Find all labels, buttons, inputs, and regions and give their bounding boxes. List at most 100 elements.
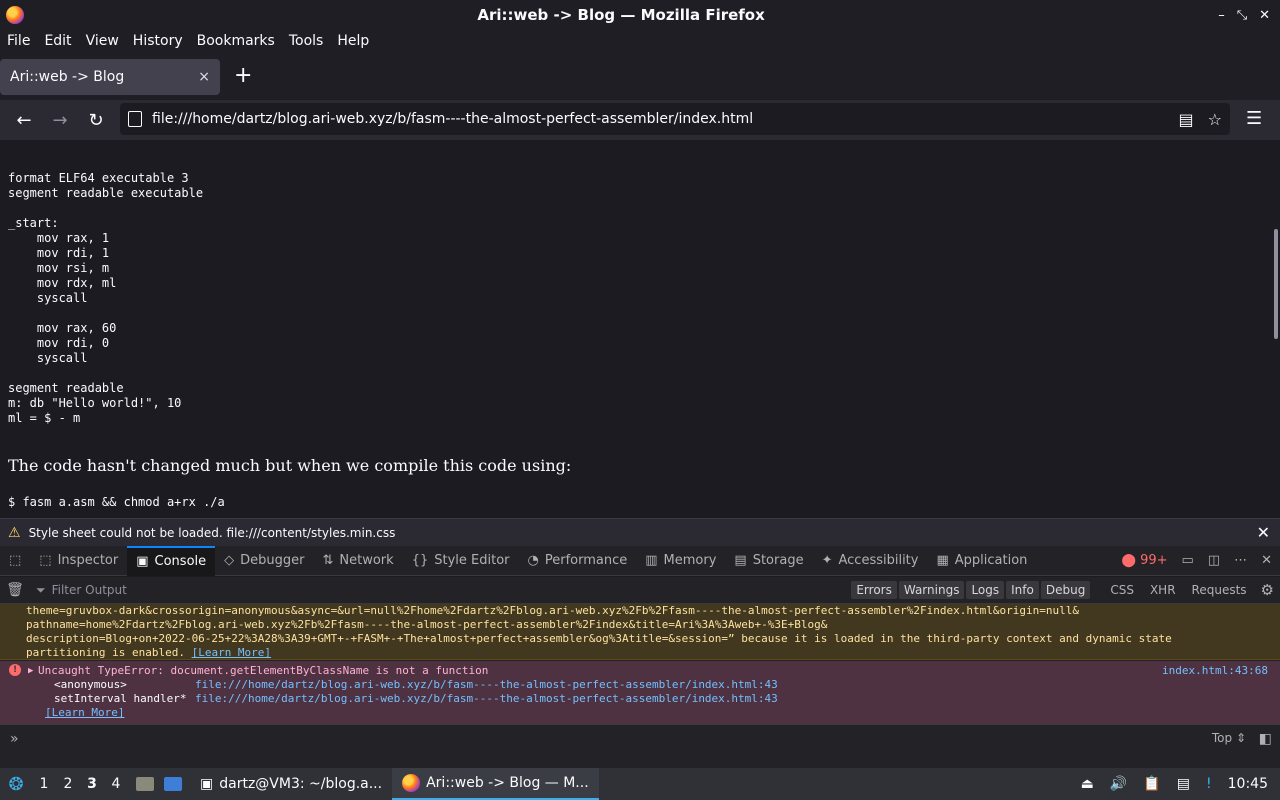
frame-url-link[interactable]: file:///home/dartz/blog.ari-web.xyz/b/fa… [195, 692, 778, 705]
menu-file[interactable]: File [0, 33, 37, 49]
tab-network[interactable]: ⇅ Network [314, 546, 403, 576]
workspace-3[interactable]: 3 [80, 776, 104, 792]
page-content: format ELF64 executable 3 segment readabl… [0, 140, 1280, 518]
workspace-2[interactable]: 2 [56, 776, 80, 792]
accessibility-icon: ✦ [821, 553, 833, 568]
console-settings-gear-icon[interactable]: ⚙ [1255, 581, 1280, 599]
page-info-icon[interactable] [128, 111, 142, 127]
clipboard-icon[interactable]: 📋 [1143, 776, 1160, 792]
pick-element-icon[interactable]: ⬚ [0, 546, 30, 576]
network-icon: ⇅ [322, 553, 334, 568]
firefox-logo-icon [6, 6, 24, 24]
tab-label: Accessibility [838, 553, 919, 568]
volume-icon[interactable]: 🔊 [1110, 776, 1127, 792]
url-bar[interactable]: file:///home/dartz/blog.ari-web.xyz/b/fa… [120, 103, 1230, 135]
filter-xhr[interactable]: XHR [1142, 583, 1184, 597]
tab-inspector[interactable]: ⬚ Inspector [30, 546, 127, 576]
filter-requests[interactable]: Requests [1184, 583, 1255, 597]
minimize-button[interactable]: – [1218, 8, 1225, 23]
frame-name: setInterval handler* [54, 692, 187, 705]
context-selector[interactable]: Top ⇕ [1212, 731, 1246, 745]
editor-mode-icon[interactable]: ◧ [1259, 731, 1272, 747]
tab-label: Storage [752, 553, 804, 568]
error-location-link[interactable]: index.html:43:68 [1162, 664, 1268, 678]
responsive-design-icon[interactable]: ▭ [1182, 553, 1194, 568]
start-menu-icon[interactable]: ❂ [0, 774, 32, 795]
tab-blog[interactable]: Ari::web -> Blog × [0, 59, 220, 95]
taskbar-terminal[interactable]: ▣ dartz@VM3: ~/blog.a... [190, 768, 392, 800]
error-icon: ! [9, 664, 21, 676]
desktop-icon[interactable] [164, 777, 182, 791]
tab-console[interactable]: ▣ Console [127, 545, 216, 576]
warning-line: pathname=home%2Fdartz%2Fblog.ari-web.xyz… [26, 618, 828, 631]
console-input[interactable]: » Top ⇕ ◧ [0, 724, 1280, 768]
filter-placeholder: Filter Output [51, 583, 127, 597]
updates-icon[interactable]: ! [1206, 776, 1212, 792]
tab-performance[interactable]: ◔ Performance [519, 546, 637, 576]
level-errors[interactable]: Errors [851, 581, 897, 599]
filter-output-input[interactable]: ⏷ Filter Output [30, 583, 851, 598]
inspector-icon: ⬚ [39, 553, 52, 568]
notification-message: Style sheet could not be loaded. file://… [28, 525, 396, 540]
window-titlebar: Ari::web -> Blog — Mozilla Firefox – ⤡ ✕ [0, 0, 1280, 30]
taskbar-firefox[interactable]: Ari::web -> Blog — M... [392, 768, 599, 800]
warning-line: theme=gruvbox-dark&crossorigin=anonymous… [26, 604, 1079, 617]
menu-bookmarks[interactable]: Bookmarks [190, 33, 282, 49]
hamburger-menu-icon[interactable]: ☰ [1246, 108, 1262, 129]
frame-url-link[interactable]: file:///home/dartz/blog.ari-web.xyz/b/fa… [195, 678, 778, 691]
filter-css[interactable]: CSS [1102, 583, 1142, 597]
warning-learn-more-link[interactable]: [Learn More] [192, 646, 271, 659]
forward-button[interactable]: → [42, 110, 78, 131]
tab-debugger[interactable]: ◇ Debugger [215, 546, 313, 576]
level-warnings[interactable]: Warnings [898, 581, 965, 599]
url-text[interactable]: file:///home/dartz/blog.ari-web.xyz/b/fa… [152, 111, 1179, 127]
warning-icon: ⚠ [8, 524, 21, 541]
close-notification-icon[interactable]: ✕ [1257, 523, 1270, 542]
tab-style-editor[interactable]: {} Style Editor [403, 546, 519, 576]
level-logs[interactable]: Logs [966, 581, 1005, 599]
dock-side-icon[interactable]: ◫ [1208, 553, 1220, 568]
tab-label: Ari::web -> Blog [10, 69, 125, 85]
taskbar-app-label: dartz@VM3: ~/blog.a... [219, 776, 383, 792]
workspace-1[interactable]: 1 [32, 776, 56, 792]
menu-history[interactable]: History [126, 33, 190, 49]
file-manager-icon[interactable] [136, 777, 154, 791]
back-button[interactable]: ← [6, 110, 42, 131]
code-line: _start: [8, 216, 59, 230]
error-count-badge[interactable]: ⬤ 99+ [1121, 553, 1167, 568]
warning-line: description=Blog+on+2022-06-25+22%3A28%3… [26, 632, 1172, 645]
expand-triangle-icon[interactable]: ▶ [28, 664, 33, 678]
reader-view-icon[interactable]: ▤ [1179, 110, 1194, 129]
menu-tools[interactable]: Tools [282, 33, 331, 49]
clock[interactable]: 10:45 [1228, 776, 1268, 792]
application-icon: ▦ [936, 553, 949, 568]
menu-edit[interactable]: Edit [37, 33, 78, 49]
tray-eject-icon[interactable]: ⏏ [1081, 776, 1094, 792]
tab-memory[interactable]: ▥ Memory [636, 546, 725, 576]
network-tray-icon[interactable]: ▤ [1177, 776, 1190, 792]
error-text: Uncaught TypeError: document.getElementB… [38, 664, 489, 677]
level-debug[interactable]: Debug [1040, 581, 1091, 599]
reload-button[interactable]: ↻ [78, 110, 114, 131]
menu-help[interactable]: Help [330, 33, 376, 49]
workspace-4[interactable]: 4 [104, 776, 128, 792]
filter-icon: ⏷ [36, 582, 46, 597]
menu-view[interactable]: View [79, 33, 126, 49]
performance-icon: ◔ [527, 553, 539, 568]
close-tab-icon[interactable]: × [198, 69, 210, 85]
clear-console-icon[interactable]: 🗑 [0, 582, 30, 598]
close-devtools-icon[interactable]: ✕ [1261, 553, 1272, 568]
tab-application[interactable]: ▦ Application [927, 546, 1036, 576]
close-window-button[interactable]: ✕ [1259, 8, 1270, 23]
bookmark-star-icon[interactable]: ☆ [1208, 110, 1222, 129]
new-tab-button[interactable]: + [234, 65, 252, 87]
page-scrollbar[interactable] [1274, 229, 1278, 339]
error-learn-more-link[interactable]: [Learn More] [45, 706, 124, 720]
level-info[interactable]: Info [1006, 581, 1039, 599]
more-options-icon[interactable]: ⋯ [1234, 553, 1247, 568]
console-icon: ▣ [136, 554, 149, 569]
maximize-button[interactable]: ⤡ [1237, 8, 1247, 23]
tab-accessibility[interactable]: ✦ Accessibility [813, 546, 928, 576]
tab-storage[interactable]: ▤ Storage [725, 546, 812, 576]
